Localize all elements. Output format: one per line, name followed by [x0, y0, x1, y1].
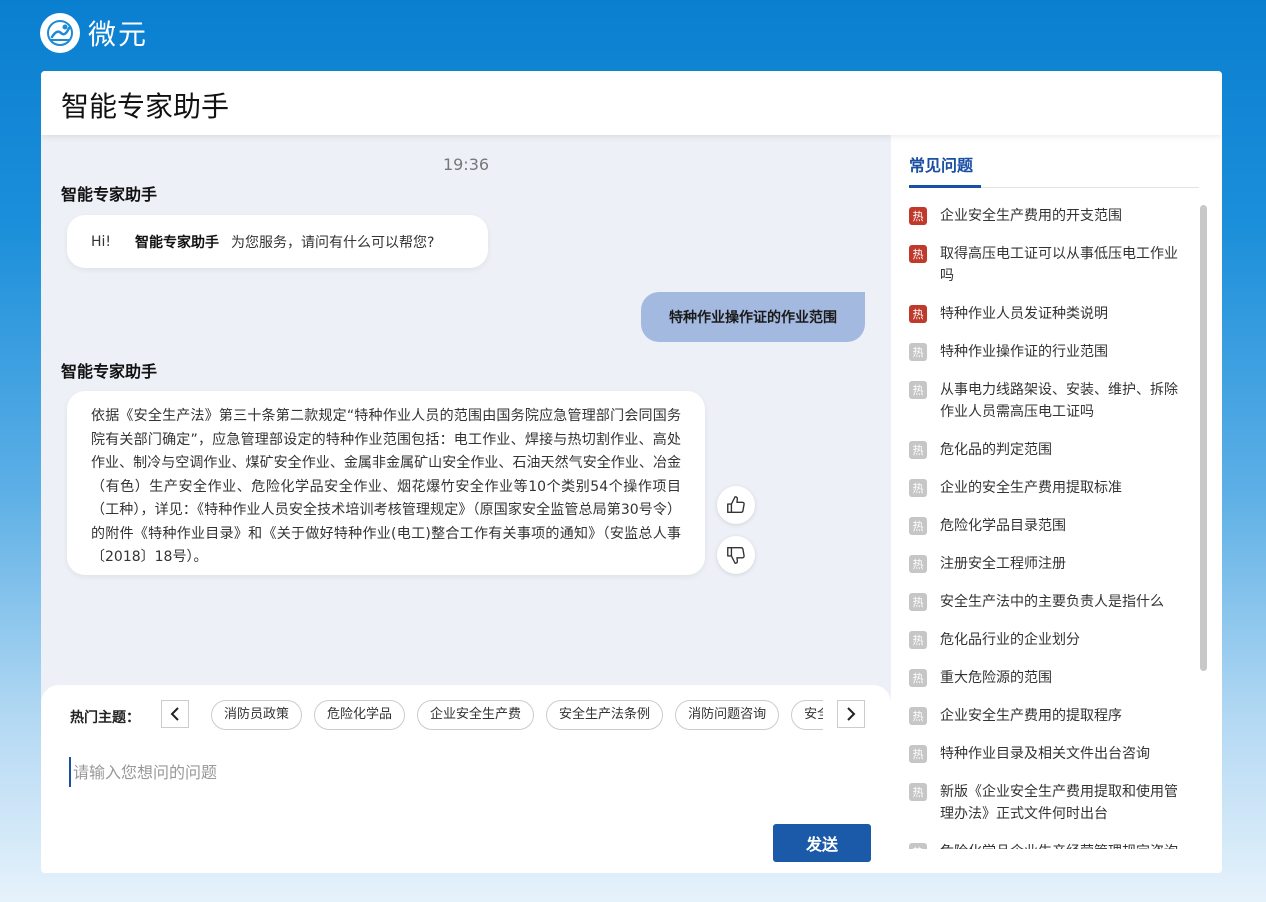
topic-chip[interactable]: 安全生产法条例	[546, 700, 664, 730]
hot-badge: 热	[909, 517, 927, 535]
topics-track: 消防员政策危险化学品企业安全生产费安全生产法条例消防问题咨询安全	[211, 700, 823, 730]
faq-title: 常见问题	[909, 156, 974, 175]
faq-item-text: 取得高压电工证可以从事低压电工作业吗	[940, 246, 1178, 284]
thumbs-down-icon	[727, 546, 745, 564]
faq-title-underline	[909, 185, 981, 188]
hot-badge: 热	[909, 479, 927, 497]
hot-badge: 热	[909, 441, 927, 459]
topic-chip[interactable]: 消防问题咨询	[675, 700, 780, 730]
faq-item[interactable]: 热重大危险源的范围	[909, 667, 1191, 689]
greeting-text: 为您服务，请问有什么可以帮您?	[231, 234, 435, 251]
faq-item[interactable]: 热新版《企业安全生产费用提取和使用管理办法》正式文件何时出台	[909, 781, 1191, 825]
thumbs-up-icon	[727, 496, 745, 514]
faq-item-text: 注册安全工程师注册	[940, 556, 1066, 572]
bot-greeting-bubble: Hi! 智能专家助手 为您服务，请问有什么可以帮您?	[67, 215, 488, 268]
faq-list[interactable]: 热企业安全生产费用的开支范围热取得高压电工证可以从事低压电工作业吗热特种作业人员…	[909, 205, 1191, 849]
question-input[interactable]	[69, 757, 849, 787]
hot-badge: 热	[909, 631, 927, 649]
topics-prev-button[interactable]	[161, 700, 189, 728]
topic-chip[interactable]: 企业安全生产费	[417, 700, 535, 730]
topics-carousel: 消防员政策危险化学品企业安全生产费安全生产法条例消防问题咨询安全	[211, 700, 823, 730]
faq-item[interactable]: 热注册安全工程师注册	[909, 553, 1191, 575]
chevron-left-icon	[170, 707, 179, 721]
topic-chip[interactable]: 危险化学品	[314, 700, 406, 730]
hot-badge: 热	[909, 745, 927, 763]
faq-item-text: 从事电力线路架设、安装、维护、拆除作业人员需高压电工证吗	[940, 382, 1178, 420]
hot-badge: 热	[909, 707, 927, 725]
hot-badge: 热	[909, 783, 927, 801]
faq-item[interactable]: 热特种作业人员发证种类说明	[909, 303, 1191, 325]
bot-answer-text: 依据《安全生产法》第三十条第二款规定“特种作业人员的范围由国务院应急管理部门会同…	[91, 408, 681, 565]
greeting-hi: Hi!	[91, 233, 112, 250]
faq-item[interactable]: 热特种作业目录及相关文件出台咨询	[909, 743, 1191, 765]
faq-panel: 常见问题 热企业安全生产费用的开支范围热取得高压电工证可以从事低压电工作业吗热特…	[891, 135, 1222, 873]
faq-item-text: 危险化学品企业生产经营管理规定咨询	[940, 841, 1178, 849]
faq-item-text: 危化品行业的企业划分	[940, 632, 1080, 648]
faq-item[interactable]: 热企业的安全生产费用提取标准	[909, 477, 1191, 499]
bot-sender-name: 智能专家助手	[61, 185, 158, 204]
topic-chip[interactable]: 消防员政策	[211, 700, 303, 730]
greeting-assistant-name: 智能专家助手	[135, 234, 220, 251]
hot-badge: 热	[909, 305, 927, 323]
faq-item-text: 企业的安全生产费用提取标准	[940, 480, 1122, 496]
hot-badge: 热	[909, 381, 927, 399]
faq-item[interactable]: 热危化品行业的企业划分	[909, 629, 1191, 651]
faq-item[interactable]: 热危化品的判定范围	[909, 439, 1191, 461]
header: 智能专家助手	[41, 71, 1222, 135]
faq-item-text: 特种作业人员发证种类说明	[940, 306, 1108, 322]
faq-item[interactable]: 热企业安全生产费用的开支范围	[909, 205, 1191, 227]
faq-item-text: 安全生产法中的主要负责人是指什么	[940, 594, 1164, 610]
faq-item[interactable]: 热 危险化学品企业生产经营管理规定咨询	[909, 841, 1191, 849]
brand-name: 微元	[88, 18, 149, 51]
hot-badge: 热	[909, 343, 927, 361]
chat-panel[interactable]: 19:36 智能专家助手 Hi! 智能专家助手 为您服务，请问有什么可以帮您? …	[41, 135, 891, 873]
hot-badge: 热	[909, 669, 927, 687]
page-title: 智能专家助手	[61, 90, 230, 123]
faq-item[interactable]: 热特种作业操作证的行业范围	[909, 341, 1191, 363]
topic-chip[interactable]: 安全	[791, 700, 823, 730]
user-message-bubble: 特种作业操作证的作业范围	[641, 292, 865, 342]
faq-item[interactable]: 热企业安全生产费用的提取程序	[909, 705, 1191, 727]
user-message-text: 特种作业操作证的作业范围	[669, 310, 837, 326]
faq-item-text: 重大危险源的范围	[940, 670, 1052, 686]
faq-item-text: 企业安全生产费用的提取程序	[940, 708, 1122, 724]
topics-next-button[interactable]	[837, 700, 865, 728]
faq-item-text: 企业安全生产费用的开支范围	[940, 208, 1122, 224]
faq-item[interactable]: 热从事电力线路架设、安装、维护、拆除作业人员需高压电工证吗	[909, 379, 1191, 423]
brand: 微元	[40, 13, 148, 53]
hot-badge: 热	[909, 593, 927, 611]
hot-badge: 热	[909, 843, 927, 849]
faq-item[interactable]: 热取得高压电工证可以从事低压电工作业吗	[909, 243, 1191, 287]
bot-answer-bubble: 依据《安全生产法》第三十条第二款规定“特种作业人员的范围由国务院应急管理部门会同…	[67, 391, 705, 575]
bot-sender-name: 智能专家助手	[61, 362, 158, 381]
chat-timestamp: 19:36	[442, 155, 490, 174]
send-button[interactable]: 发送	[773, 824, 871, 862]
faq-scrollbar[interactable]	[1200, 205, 1207, 671]
faq-item-text: 特种作业目录及相关文件出台咨询	[940, 746, 1150, 762]
thumbs-down-button[interactable]	[717, 536, 755, 574]
faq-item-text: 特种作业操作证的行业范围	[940, 344, 1108, 360]
hot-badge: 热	[909, 555, 927, 573]
hot-badge: 热	[909, 245, 927, 263]
faq-item-text: 危险化学品目录范围	[940, 518, 1066, 534]
faq-item-text: 危化品的判定范围	[940, 442, 1052, 458]
faq-item[interactable]: 热危险化学品目录范围	[909, 515, 1191, 537]
hot-badge: 热	[909, 207, 927, 225]
hot-topics-label: 热门主题：	[70, 710, 140, 726]
thumbs-up-button[interactable]	[717, 486, 755, 524]
chevron-right-icon	[847, 707, 856, 721]
logo-icon	[40, 13, 80, 53]
main-card: 智能专家助手 19:36 智能专家助手 Hi! 智能专家助手 为您服务，请问有什…	[41, 71, 1222, 873]
faq-item[interactable]: 热安全生产法中的主要负责人是指什么	[909, 591, 1191, 613]
faq-item-text: 新版《企业安全生产费用提取和使用管理办法》正式文件何时出台	[940, 784, 1178, 822]
input-area: 热门主题： 消防员政策危险化学品企业安全生产费安全生产法条例消防问题咨询安全 发…	[41, 685, 891, 873]
